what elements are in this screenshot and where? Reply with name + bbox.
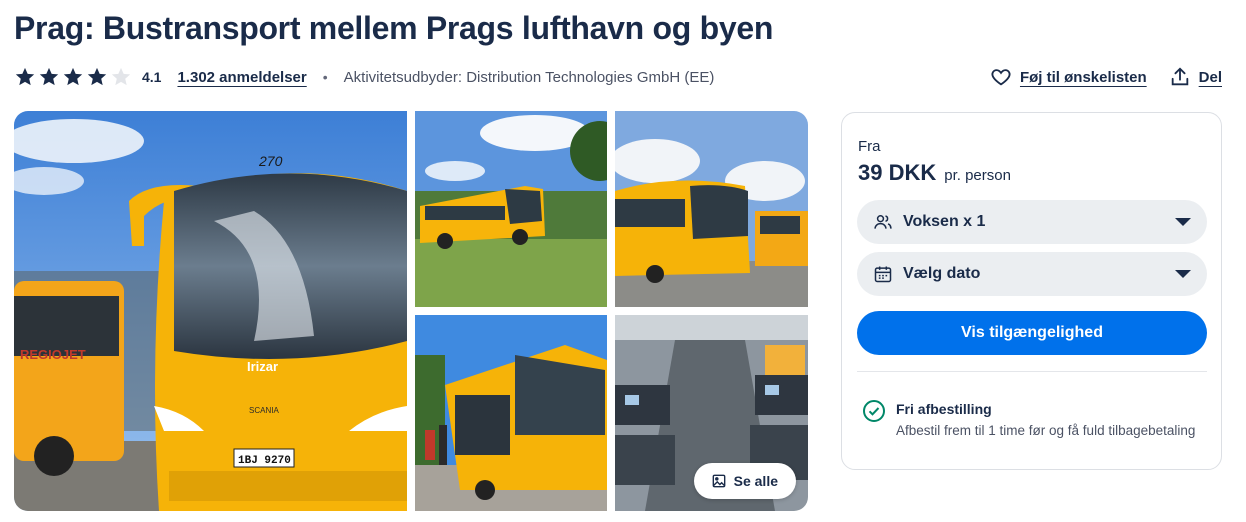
bus-maker: SCANIA bbox=[249, 406, 279, 415]
cancellation-title: Fri afbestilling bbox=[896, 401, 992, 417]
star-icon bbox=[63, 67, 83, 86]
gallery-photo-3[interactable] bbox=[615, 111, 808, 307]
check-circle-icon bbox=[863, 400, 885, 422]
card-divider bbox=[857, 371, 1207, 372]
date-select[interactable]: Vælg dato bbox=[857, 252, 1207, 296]
share-icon bbox=[1171, 67, 1188, 86]
separator-dot: • bbox=[322, 69, 328, 85]
rating-score: 4.1 bbox=[142, 69, 162, 85]
heart-icon bbox=[991, 69, 1011, 86]
chevron-down-icon bbox=[1175, 270, 1191, 278]
side-bus-logo: REGIOJET bbox=[20, 347, 86, 362]
gallery-photo-4[interactable] bbox=[415, 315, 607, 511]
bus-side-illustration bbox=[415, 111, 607, 307]
license-plate: 1BJ 9270 bbox=[238, 455, 291, 467]
wishlist-label: Føj til ønskelisten bbox=[1019, 68, 1147, 86]
star-rating bbox=[14, 66, 132, 88]
users-icon bbox=[874, 215, 892, 229]
star-icon bbox=[39, 67, 59, 86]
free-cancellation: Fri afbestilling Afbestil frem til 1 tim… bbox=[862, 399, 1195, 438]
bus-stop-illustration bbox=[415, 315, 607, 511]
image-icon bbox=[712, 474, 726, 488]
photo-gallery: REGIOJET 270 Irizar SCANIA 1BJ 9270 Se a… bbox=[14, 111, 808, 511]
share-label: Del bbox=[1198, 68, 1222, 86]
gallery-photo-main[interactable]: REGIOJET 270 Irizar SCANIA 1BJ 9270 bbox=[14, 111, 407, 511]
reviews-link[interactable]: 1.302 anmeldelser bbox=[177, 69, 306, 86]
price-per-label: pr. person bbox=[944, 167, 1011, 184]
activity-provider: Aktivitetsudbyder: Distribution Technolo… bbox=[343, 68, 715, 86]
date-value: Vælg dato bbox=[903, 265, 981, 282]
see-all-button[interactable]: Se alle bbox=[693, 463, 796, 499]
participants-select[interactable]: Voksen x 1 bbox=[857, 200, 1207, 244]
chevron-down-icon bbox=[1175, 218, 1191, 226]
star-empty-icon bbox=[111, 67, 131, 86]
page-title: Prag: Bustransport mellem Prags lufthavn… bbox=[14, 10, 774, 46]
booking-card: Fra 39 DKK pr. person Voksen x 1 Vælg da… bbox=[841, 112, 1222, 470]
see-all-label: Se alle bbox=[733, 473, 778, 489]
price-from-label: Fra bbox=[858, 138, 881, 155]
wishlist-button[interactable]: Føj til ønskelisten bbox=[990, 66, 1147, 88]
gallery-photo-5[interactable]: Se alle bbox=[615, 315, 808, 511]
star-icon bbox=[15, 67, 35, 86]
price-value: 39 DKK bbox=[858, 160, 937, 185]
rating-bar: 4.1 1.302 anmeldelser • Aktivitetsudbyde… bbox=[14, 64, 1222, 90]
price-line: 39 DKK pr. person bbox=[858, 160, 1011, 186]
calendar-icon bbox=[874, 266, 892, 283]
bus-front-illustration: REGIOJET 270 Irizar SCANIA 1BJ 9270 bbox=[14, 111, 407, 511]
check-availability-button[interactable]: Vis tilgængelighed bbox=[857, 311, 1207, 355]
share-button[interactable]: Del bbox=[1169, 66, 1222, 88]
cancellation-text: Afbestil frem til 1 time før og få fuld … bbox=[896, 423, 1196, 438]
bus-depot-illustration bbox=[615, 111, 808, 307]
gallery-photo-2[interactable] bbox=[415, 111, 607, 307]
participants-value: Voksen x 1 bbox=[903, 213, 986, 230]
star-icon bbox=[87, 67, 107, 86]
bus-brand: Irizar bbox=[247, 359, 278, 374]
bus-number: 270 bbox=[258, 153, 283, 169]
